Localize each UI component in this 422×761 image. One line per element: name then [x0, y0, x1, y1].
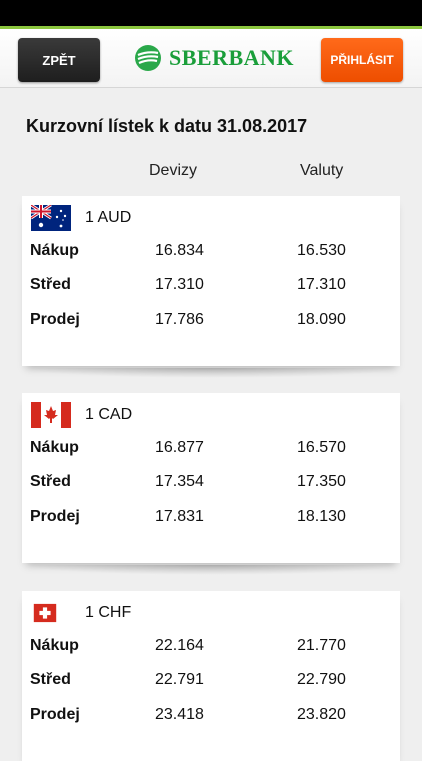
- column-header-valuty: Valuty: [300, 162, 344, 179]
- switzerland-flag-icon: [33, 603, 57, 623]
- valuty-value: 18.130: [297, 508, 346, 525]
- rate-row-label: Střed: [30, 473, 71, 490]
- rate-row: Střed 17.310 17.310: [30, 276, 390, 298]
- devizy-value: 22.791: [155, 671, 204, 688]
- valuty-value: 18.090: [297, 311, 346, 328]
- rate-row-label: Prodej: [30, 508, 80, 525]
- valuty-value: 16.530: [297, 242, 346, 259]
- devizy-value: 16.877: [155, 439, 204, 456]
- australia-flag-icon: [31, 205, 71, 231]
- login-button[interactable]: PŘIHLÁSIT: [321, 38, 403, 82]
- devizy-value: 23.418: [155, 706, 204, 723]
- card-separator-shadow: [22, 565, 400, 575]
- valuty-value: 22.790: [297, 671, 346, 688]
- rate-row-label: Nákup: [30, 439, 79, 456]
- rate-row-label: Prodej: [30, 311, 80, 328]
- currency-label: 1 CAD: [85, 406, 133, 423]
- devizy-value: 17.831: [155, 508, 204, 525]
- devizy-value: 16.834: [155, 242, 204, 259]
- rate-row-label: Nákup: [30, 242, 79, 259]
- devizy-value: 22.164: [155, 637, 204, 654]
- sberbank-logo-icon: [135, 45, 161, 71]
- rate-row: Nákup 22.164 21.770: [30, 637, 390, 659]
- rate-row-label: Prodej: [30, 706, 80, 723]
- logo-text: SBERBANK: [169, 45, 295, 70]
- valuty-value: 16.570: [297, 439, 346, 456]
- rate-row: Střed 17.354 17.350: [30, 473, 390, 495]
- currency-label: 1 AUD: [85, 209, 132, 226]
- canada-flag-icon: [31, 402, 71, 428]
- rate-row: Nákup 16.834 16.530: [30, 242, 390, 264]
- rate-row: Nákup 16.877 16.570: [30, 439, 390, 461]
- column-header-devizy: Devizy: [149, 162, 198, 179]
- card-header: 1 CAD: [31, 401, 132, 429]
- rate-row: Střed 22.791 22.790: [30, 671, 390, 693]
- status-bar: [0, 0, 422, 26]
- card-header: 1 AUD: [31, 204, 131, 232]
- valuty-value: 23.820: [297, 706, 346, 723]
- valuty-value: 17.310: [297, 276, 346, 293]
- rate-row-label: Střed: [30, 671, 71, 688]
- devizy-value: 17.354: [155, 473, 204, 490]
- sberbank-logo: SBERBANK: [133, 41, 294, 75]
- rate-row: Prodej 17.831 18.130: [30, 508, 390, 530]
- page-title: Kurzovní lístek k datu 31.08.2017: [26, 116, 308, 136]
- rate-row: Prodej 23.418 23.820: [30, 706, 390, 728]
- back-button[interactable]: ZPĚT: [18, 38, 100, 82]
- rate-row-label: Nákup: [30, 637, 79, 654]
- devizy-value: 17.310: [155, 276, 204, 293]
- rate-card-aud: 1 AUD Nákup 16.834 16.530 Střed 17.310 1…: [22, 196, 400, 366]
- valuty-value: 17.350: [297, 473, 346, 490]
- rate-card-cad: 1 CAD Nákup 16.877 16.570 Střed 17.354 1…: [22, 393, 400, 563]
- valuty-value: 21.770: [297, 637, 346, 654]
- rate-row: Prodej 17.786 18.090: [30, 311, 390, 333]
- card-separator-shadow: [22, 368, 400, 378]
- rate-row-label: Střed: [30, 276, 71, 293]
- card-header: 1 CHF: [31, 599, 131, 627]
- currency-label: 1 CHF: [85, 604, 132, 621]
- navigation-bar: ZPĚT SBERBANK PŘIHLÁSIT: [0, 29, 422, 88]
- devizy-value: 17.786: [155, 311, 204, 328]
- rate-card-chf: 1 CHF Nákup 22.164 21.770 Střed 22.791 2…: [22, 591, 400, 761]
